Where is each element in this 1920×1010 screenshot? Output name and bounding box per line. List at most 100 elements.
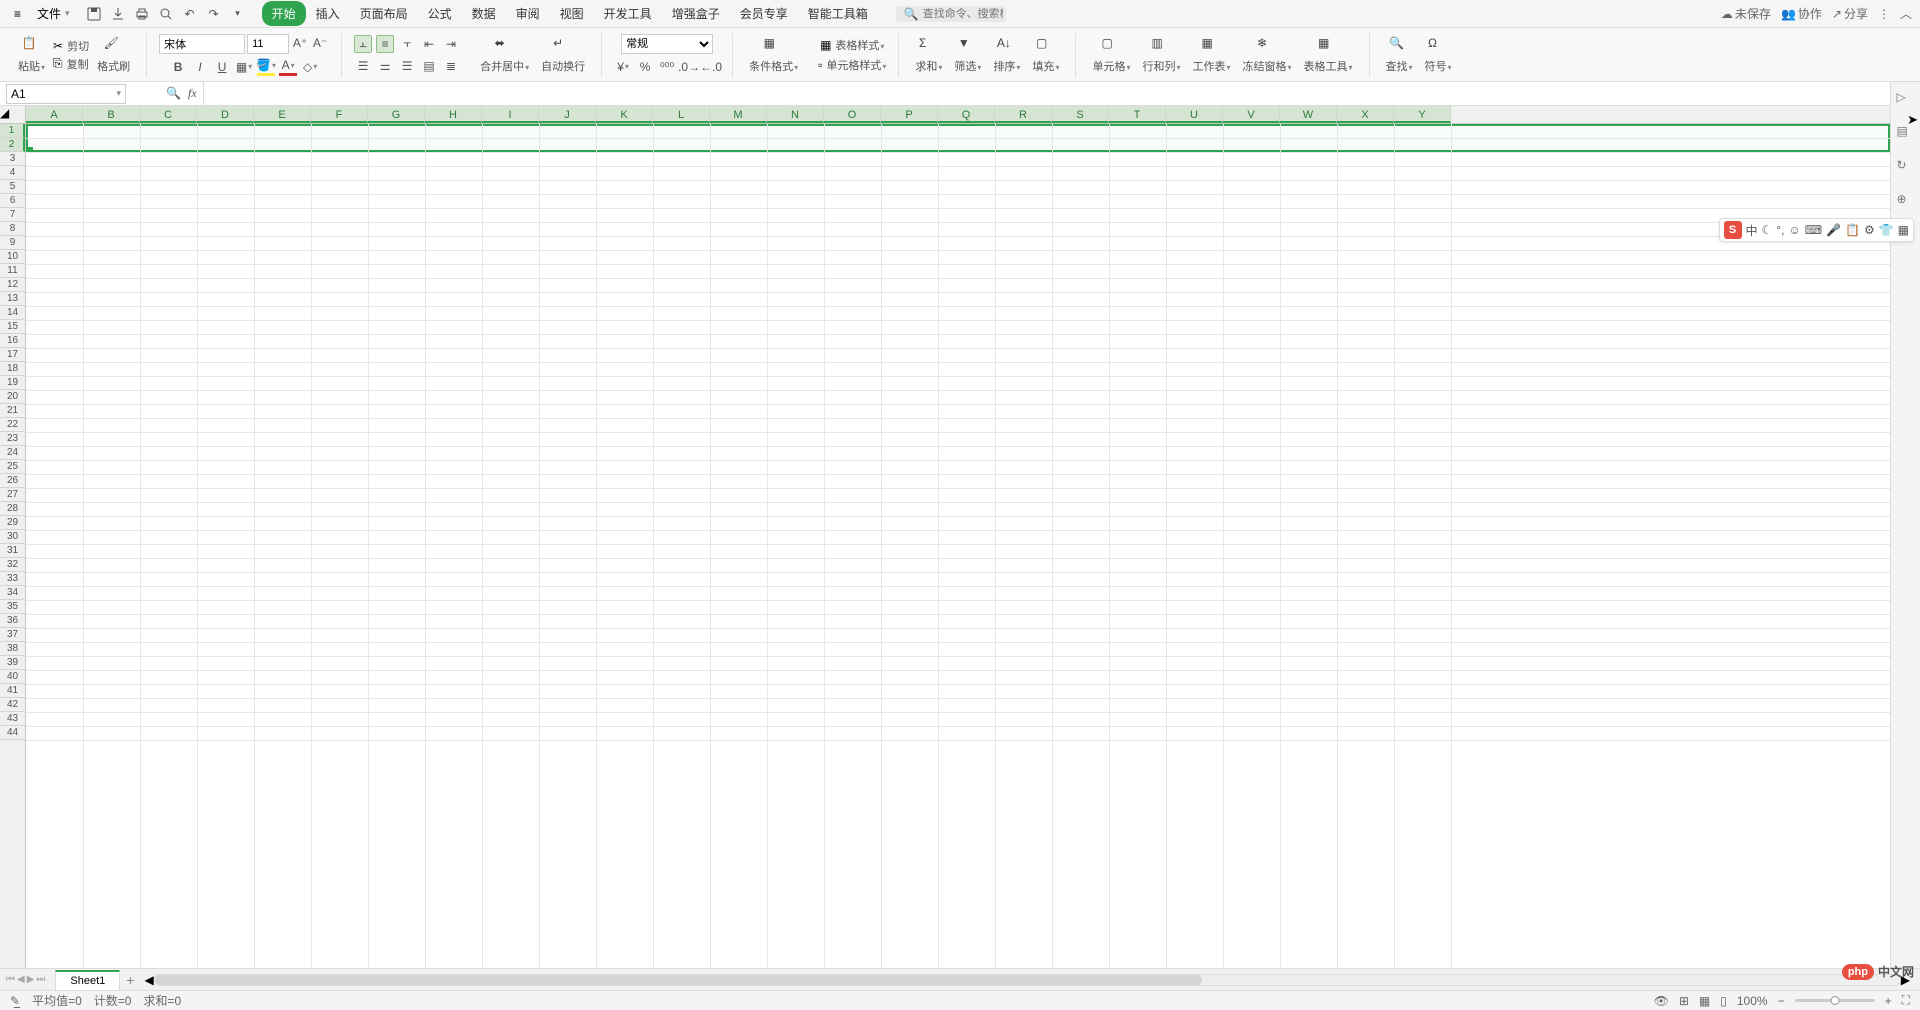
ime-toolbar[interactable]: S 中 ☾ °, ☺ ⌨ 🎤 📋 ⚙ 👕 ▦ (1719, 218, 1914, 242)
decrease-decimal-icon[interactable]: ←.0 (702, 58, 720, 76)
row-header[interactable]: 38 (0, 642, 25, 656)
add-sheet-button[interactable]: + (126, 972, 134, 988)
row-header[interactable]: 3 (0, 152, 25, 166)
col-header[interactable]: S (1052, 106, 1109, 123)
help-panel-icon[interactable]: ⊕ (1897, 192, 1915, 210)
ime-icon[interactable]: °, (1776, 223, 1784, 237)
col-header[interactable]: X (1337, 106, 1394, 123)
row-header[interactable]: 6 (0, 194, 25, 208)
col-header[interactable]: Q (938, 106, 995, 123)
row-header[interactable]: 43 (0, 712, 25, 726)
sum-button[interactable]: Σ求和 (911, 34, 946, 76)
row-header[interactable]: 24 (0, 446, 25, 460)
eye-icon[interactable]: 👁 (1654, 994, 1669, 1008)
sheet-nav-first[interactable]: ⏮ (6, 974, 15, 985)
unsaved-indicator[interactable]: ☁ 未保存 (1721, 5, 1771, 22)
row-header[interactable]: 21 (0, 404, 25, 418)
save-icon[interactable] (86, 6, 102, 22)
justify-icon[interactable]: ▤ (420, 57, 438, 75)
col-header[interactable]: E (254, 106, 311, 123)
symbol-button[interactable]: Ω符号 (1421, 34, 1456, 76)
zoom-ref-icon[interactable]: 🔍 (166, 86, 182, 102)
fx-icon[interactable]: fx (188, 86, 197, 101)
select-panel-icon[interactable]: ▷ (1897, 90, 1915, 108)
row-header[interactable]: 26 (0, 474, 25, 488)
col-header[interactable]: G (368, 106, 425, 123)
select-all-corner[interactable]: ◢ (0, 106, 26, 124)
command-search[interactable]: 🔍 (896, 6, 1006, 22)
row-header[interactable]: 13 (0, 292, 25, 306)
table-style-button[interactable]: ▦ 表格样式 (820, 37, 884, 53)
font-size-select[interactable] (247, 34, 289, 54)
sheet-tab[interactable]: Sheet1 (55, 970, 120, 990)
col-header[interactable]: I (482, 106, 539, 123)
increase-font-icon[interactable]: A⁺ (291, 34, 309, 52)
zoom-in-icon[interactable]: + (1885, 994, 1892, 1008)
percent-icon[interactable]: % (636, 58, 654, 76)
row-header[interactable]: 39 (0, 656, 25, 670)
row-header[interactable]: 35 (0, 600, 25, 614)
row-header[interactable]: 44 (0, 726, 25, 740)
row-header[interactable]: 31 (0, 544, 25, 558)
tab-7[interactable]: 开发工具 (594, 1, 662, 26)
col-header[interactable]: V (1223, 106, 1280, 123)
row-header[interactable]: 36 (0, 614, 25, 628)
row-header[interactable]: 28 (0, 502, 25, 516)
ime-icon[interactable]: ▦ (1898, 223, 1909, 237)
row-header[interactable]: 30 (0, 530, 25, 544)
row-header[interactable]: 14 (0, 306, 25, 320)
print-icon[interactable] (134, 6, 150, 22)
tab-8[interactable]: 增强盒子 (662, 1, 730, 26)
ime-icon[interactable]: ☺ (1788, 223, 1800, 237)
fullscreen-icon[interactable]: ⛶ (1902, 993, 1910, 1008)
col-header[interactable]: R (995, 106, 1052, 123)
row-header[interactable]: 16 (0, 334, 25, 348)
ime-lang[interactable]: 中 (1746, 222, 1758, 239)
row-header[interactable]: 32 (0, 558, 25, 572)
worksheet-button[interactable]: ▦工作表 (1188, 34, 1234, 76)
tab-2[interactable]: 页面布局 (350, 1, 418, 26)
tab-6[interactable]: 视图 (550, 1, 594, 26)
sogou-icon[interactable]: S (1724, 221, 1742, 239)
qat-dropdown-icon[interactable]: ▾ (230, 6, 246, 22)
row-header[interactable]: 40 (0, 670, 25, 684)
align-bottom-icon[interactable]: ⫟ (398, 35, 416, 53)
col-header[interactable]: W (1280, 106, 1337, 123)
number-format-select[interactable]: 常规 (621, 34, 713, 54)
tab-5[interactable]: 审阅 (506, 1, 550, 26)
tab-10[interactable]: 智能工具箱 (798, 1, 878, 26)
row-header[interactable]: 8 (0, 222, 25, 236)
normal-view-icon[interactable]: ▦ (1699, 994, 1710, 1008)
row-header[interactable]: 20 (0, 390, 25, 404)
formula-input[interactable] (203, 82, 1920, 105)
ime-icon[interactable]: 📋 (1845, 223, 1860, 237)
distribute-icon[interactable]: ≣ (442, 57, 460, 75)
find-button[interactable]: 🔍查找 (1382, 34, 1417, 76)
zoom-value[interactable]: 100% (1737, 994, 1768, 1008)
paste-button[interactable]: 📋粘贴 (14, 34, 49, 76)
row-header[interactable]: 11 (0, 264, 25, 278)
horizontal-scrollbar[interactable]: ◀▶ (144, 974, 1910, 986)
align-middle-icon[interactable]: ≡ (376, 35, 394, 53)
collab-button[interactable]: 👥 协作 (1781, 5, 1822, 22)
align-top-icon[interactable]: ⫠ (354, 35, 372, 53)
spell-check-icon[interactable]: ✎̲ (10, 994, 20, 1008)
italic-button[interactable]: I (191, 58, 209, 76)
table-tools-button[interactable]: ▦表格工具 (1300, 34, 1357, 76)
ime-icon[interactable]: ☾ (1762, 223, 1773, 237)
row-col-button[interactable]: ▥行和列 (1138, 34, 1184, 76)
row-header[interactable]: 1 (0, 124, 25, 138)
bold-button[interactable]: B (169, 58, 187, 76)
sheet-nav-next[interactable]: ▶ (27, 974, 35, 985)
cell-style-button[interactable]: ▫ 单元格样式 (818, 57, 886, 73)
ime-icon[interactable]: ⚙ (1864, 223, 1875, 237)
increase-decimal-icon[interactable]: .0→ (680, 58, 698, 76)
row-header[interactable]: 17 (0, 348, 25, 362)
sheet-nav-last[interactable]: ⏭ (36, 974, 45, 985)
row-header[interactable]: 25 (0, 460, 25, 474)
col-header[interactable]: C (140, 106, 197, 123)
row-header[interactable]: 4 (0, 166, 25, 180)
sort-button[interactable]: A↓排序 (989, 34, 1024, 76)
file-menu[interactable]: 文件▾ (31, 3, 76, 24)
format-painter-button[interactable]: 🖌格式刷 (93, 34, 134, 76)
